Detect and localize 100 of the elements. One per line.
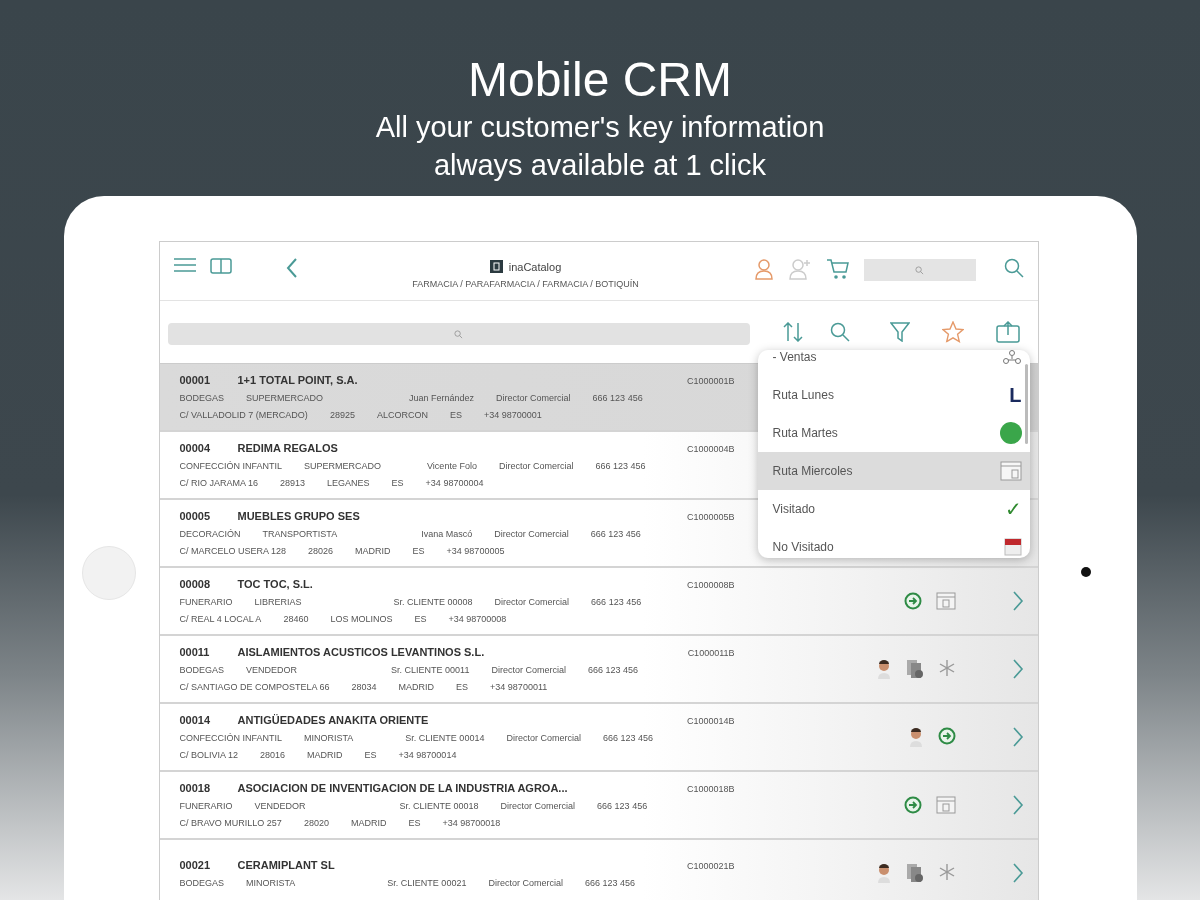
search-field[interactable] bbox=[167, 323, 750, 345]
logo-text: inaCatalog bbox=[508, 260, 562, 273]
customer-ref: C1000008B bbox=[686, 580, 735, 590]
customer-detail: VENDEDOR bbox=[246, 665, 298, 675]
documents-icon[interactable] bbox=[905, 659, 924, 679]
customer-ref: C1000021B bbox=[686, 860, 735, 871]
export-icon[interactable] bbox=[995, 321, 1020, 343]
documents-icon[interactable] bbox=[905, 863, 924, 883]
calendar-icon bbox=[1003, 538, 1022, 556]
network-icon bbox=[1001, 350, 1022, 365]
customer-detail: 666 123 456 bbox=[584, 877, 635, 888]
customer-name: ANTIGÜEDADES ANAKITA ORIENTE bbox=[237, 714, 430, 726]
customer-detail: MADRID bbox=[350, 818, 387, 828]
back-icon[interactable] bbox=[285, 258, 298, 278]
customer-ref: C1000018B bbox=[686, 784, 735, 794]
customer-name: TOC TOC, S.L. bbox=[237, 578, 314, 590]
search-field[interactable] bbox=[863, 259, 976, 281]
customer-code: 00001 bbox=[179, 374, 212, 386]
menu-item[interactable]: Ruta Lunes L bbox=[757, 376, 1030, 414]
customer-detail: TRANSPORTISTA bbox=[262, 529, 338, 539]
customer-detail: Sr. CLIENTE 00011 bbox=[391, 665, 470, 675]
person-icon[interactable] bbox=[875, 659, 892, 679]
customer-detail: CONFECCIÓN INFANTIL bbox=[179, 733, 282, 743]
customer-detail: 28925 bbox=[329, 410, 355, 420]
person-icon[interactable] bbox=[875, 863, 892, 883]
customer-detail: Director Comercial bbox=[494, 597, 570, 607]
customer-row[interactable]: 00018 ASOCIACION DE INVENTIGACION DE LA INDUSTRIA AGROA... C1000018B FUNERARIO VENDEDOR Sr. CLIENTE 00018 Director Comercial 666 123 456 C/ BRAVO MURILLO 257 28020 MADRID ES +34 98700018 bbox=[159, 772, 1038, 840]
customer-detail: Director Comercial bbox=[494, 529, 569, 539]
customer-name: 1+1 TOTAL POINT, S.A. bbox=[237, 374, 359, 386]
customer-detail: +34 98700011 bbox=[490, 682, 548, 692]
customer-detail: VENDEDOR bbox=[254, 801, 306, 811]
search-icon[interactable] bbox=[829, 322, 850, 342]
user-icon[interactable] bbox=[753, 258, 774, 280]
book-icon[interactable] bbox=[209, 258, 232, 274]
customer-detail: ES bbox=[391, 478, 404, 488]
star-icon[interactable] bbox=[941, 321, 964, 343]
customer-detail: Director Comercial bbox=[488, 877, 563, 888]
customer-detail: 666 123 456 bbox=[590, 529, 641, 539]
customer-name: CERAMIPLANT SL bbox=[237, 858, 336, 871]
customer-detail: C/ VALLADOLID 7 (MERCADO) bbox=[179, 410, 308, 420]
customer-detail: 666 123 456 bbox=[592, 393, 643, 403]
calendar-icon[interactable] bbox=[935, 592, 956, 610]
customer-detail: BODEGAS bbox=[179, 877, 224, 888]
customer-detail: 666 123 456 bbox=[595, 461, 646, 471]
search-icon bbox=[454, 329, 463, 339]
customer-code: 00021 bbox=[179, 858, 212, 871]
customer-detail: BODEGAS bbox=[179, 393, 224, 403]
breadcrumb: FARMACIA / PARAFARMACIA / FARMACIA / BOTIQUÍN bbox=[412, 279, 639, 289]
customer-detail: 666 123 456 bbox=[587, 665, 638, 675]
customer-detail: ES bbox=[408, 818, 421, 828]
customer-row[interactable]: 00008 TOC TOC, S.L. C1000008B FUNERARIO LIBRERIAS Sr. CLIENTE 00008 Director Comercial 666 123 456 C/ REAL 4 LOCAL A 28460 LOS MOLINOS ES +34 98700008 bbox=[159, 568, 1038, 636]
customer-ref: C1000005B bbox=[686, 512, 735, 522]
customer-detail: +34 98700001 bbox=[483, 410, 542, 420]
customer-detail: Director Comercial bbox=[498, 461, 574, 471]
cart-icon[interactable] bbox=[825, 258, 850, 280]
customer-detail: SUPERMERCADO bbox=[304, 461, 382, 471]
customer-code: 00018 bbox=[179, 782, 212, 794]
customer-row[interactable]: 00014 ANTIGÜEDADES ANAKITA ORIENTE C1000014B CONFECCIÓN INFANTIL MINORISTA Sr. CLIENTE 00014 Director Comercial 666 123 456 C/ BOLIVIA 12 28016 MADRID ES +34 98700014 bbox=[159, 704, 1038, 772]
snowflake-icon[interactable] bbox=[937, 659, 956, 677]
customer-detail: ES bbox=[449, 410, 462, 420]
menu-item[interactable]: Ruta Miercoles bbox=[757, 452, 1030, 490]
arrow-circle-icon[interactable] bbox=[903, 796, 922, 814]
camera-lens bbox=[1080, 567, 1091, 577]
customer-detail: LEGANES bbox=[327, 478, 370, 488]
add-user-icon[interactable] bbox=[787, 258, 812, 280]
customer-row[interactable]: 00011 AISLAMIENTOS ACUSTICOS LEVANTINOS S.L. C1000011B BODEGAS VENDEDOR Sr. CLIENTE 00011 Director Comercial 666 123 456 C/ SANTIAGO DE COMPOSTELA 66 28034 MADRID ES +34 98700011 bbox=[159, 636, 1038, 704]
customer-code: 00005 bbox=[179, 510, 212, 522]
search-icon[interactable] bbox=[1003, 258, 1024, 278]
chevron-icon[interactable] bbox=[1011, 727, 1024, 747]
route-letter: L bbox=[1009, 383, 1022, 407]
arrow-circle-icon[interactable] bbox=[903, 592, 922, 610]
chevron-icon[interactable] bbox=[1011, 863, 1024, 883]
arrow-circle-icon[interactable] bbox=[937, 727, 956, 745]
menu-icon[interactable] bbox=[173, 258, 196, 272]
customer-ref: C1000001B bbox=[686, 376, 735, 386]
customer-name: MUEBLES GRUPO SES bbox=[237, 510, 361, 522]
customer-name: ASOCIACION DE INVENTIGACION DE LA INDUSTRIA AGROA... bbox=[237, 782, 569, 794]
customer-detail: C/ REAL 4 LOCAL A bbox=[179, 614, 262, 624]
customer-detail: Ivana Mascó bbox=[421, 529, 473, 539]
menu-item[interactable]: No Visitado bbox=[757, 528, 1030, 558]
customer-detail: MINORISTA bbox=[304, 733, 354, 743]
customer-detail: 28460 bbox=[283, 614, 309, 624]
search-icon bbox=[915, 265, 924, 275]
sort-icon[interactable] bbox=[781, 322, 804, 342]
customer-detail: CONFECCIÓN INFANTIL bbox=[179, 461, 282, 471]
customer-detail: C/ RIO JARAMA 16 bbox=[179, 478, 259, 488]
chevron-icon[interactable] bbox=[1011, 659, 1024, 679]
filter-icon[interactable] bbox=[889, 322, 910, 342]
customer-detail: 28020 bbox=[303, 818, 329, 828]
snowflake-icon[interactable] bbox=[937, 863, 956, 881]
customer-detail: C/ BRAVO MURILLO 257 bbox=[179, 818, 282, 828]
customer-detail: +34 98700005 bbox=[446, 546, 505, 556]
customer-detail: MINORISTA bbox=[246, 877, 296, 888]
calendar-icon[interactable] bbox=[935, 796, 956, 814]
customer-detail: Sr. CLIENTE 00008 bbox=[393, 597, 473, 607]
customer-detail: 666 123 456 bbox=[597, 801, 648, 811]
chevron-icon[interactable] bbox=[1011, 591, 1024, 611]
chevron-icon[interactable] bbox=[1011, 795, 1024, 815]
person-icon[interactable] bbox=[907, 727, 924, 747]
subtitle: All your customer's key information bbox=[375, 110, 825, 145]
